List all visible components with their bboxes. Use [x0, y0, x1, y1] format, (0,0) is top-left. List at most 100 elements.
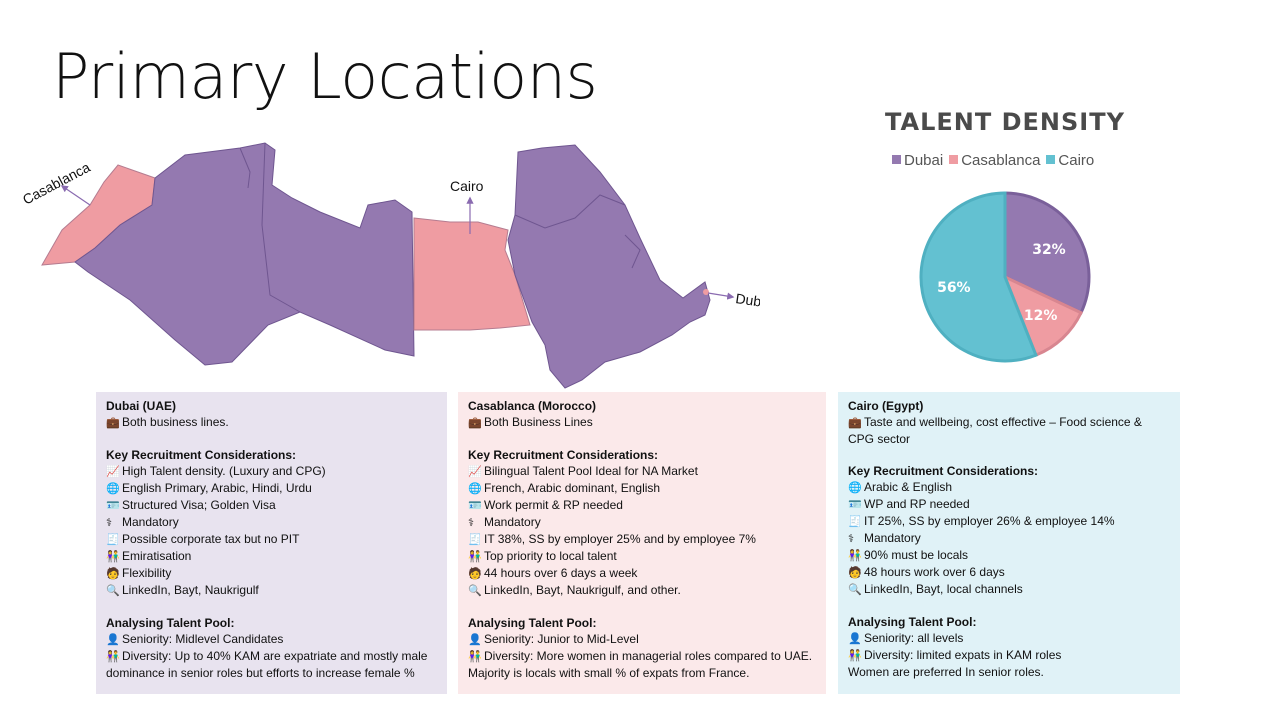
business-line: 💼 Both business lines.	[106, 414, 437, 431]
pool-title: Analysing Talent Pool:	[468, 616, 597, 630]
consideration-item-text: Work permit & RP needed	[484, 498, 623, 512]
briefcase-icon: 💼	[468, 417, 482, 429]
stethoscope-icon: ⚕	[848, 533, 854, 545]
pool-item-text: Seniority: Midlevel Candidates	[122, 632, 284, 646]
map-label-casablanca: Casablanca	[20, 159, 93, 208]
consideration-item-text: Possible corporate tax but no PIT	[122, 532, 300, 546]
considerations-title: Key Recruitment Considerations:	[848, 464, 1039, 478]
consideration-item: 🌐 Arabic & English	[848, 479, 1170, 496]
considerations-title: Key Recruitment Considerations:	[106, 448, 297, 462]
business-line-text: Both business lines.	[122, 415, 229, 429]
consideration-item-text: Flexibility	[122, 566, 172, 580]
pool-extra: Majority is locals with small % of expat…	[468, 666, 750, 680]
worker-icon: 🧑	[848, 567, 862, 579]
map-dubai-marker	[703, 289, 709, 295]
briefcase-icon: 💼	[848, 417, 862, 429]
consideration-item: ⚕ Mandatory	[468, 514, 816, 531]
worker-icon: 🧑	[106, 568, 120, 580]
pie-value-label: 56%	[937, 280, 971, 296]
globe-icon: 🌐	[848, 482, 862, 494]
briefcase-icon: 💼	[106, 417, 120, 429]
people-icon: 👫	[848, 650, 862, 662]
legend-item: Dubai	[892, 152, 943, 169]
consideration-item: 🌐 French, Arabic dominant, English	[468, 480, 816, 497]
pie-value-label: 12%	[1024, 308, 1058, 324]
card-cairo: Cairo (Egypt) 💼 Taste and wellbeing, cost …	[838, 392, 1180, 694]
legend-label: Casablanca	[961, 152, 1041, 169]
chart-title: TALENT DENSITY	[885, 108, 1125, 136]
consideration-item: 🔍 LinkedIn, Bayt, Naukrigulf	[106, 582, 437, 599]
stethoscope-icon: ⚕	[106, 517, 112, 529]
pool-extra: Women are preferred In senior roles.	[848, 665, 1044, 679]
consideration-item-text: French, Arabic dominant, English	[484, 481, 661, 495]
pool-title: Analysing Talent Pool:	[106, 616, 235, 630]
consideration-item-text: Emiratisation	[122, 549, 192, 563]
id-card-icon: 🪪	[848, 499, 862, 511]
consideration-item: ⚕ Mandatory	[848, 530, 1170, 547]
consideration-item: 📈 Bilingual Talent Pool Ideal for NA Mark…	[468, 463, 816, 480]
legend-label: Dubai	[904, 152, 944, 169]
consideration-item-text: Mandatory	[484, 515, 541, 529]
card-heading: Dubai (UAE)	[106, 399, 176, 413]
id-card-icon: 🪪	[468, 500, 482, 512]
search-icon: 🔍	[848, 584, 862, 596]
consideration-item: 🧑 Flexibility	[106, 565, 437, 582]
pool-item: 👤 Seniority: all levels	[848, 630, 1170, 647]
legend-swatch	[949, 155, 959, 164]
pool-item-text: Diversity: limited expats in KAM roles	[864, 648, 1062, 662]
search-icon: 🔍	[468, 585, 482, 597]
card-heading: Cairo (Egypt)	[848, 399, 924, 413]
person-icon: 👤	[106, 634, 120, 646]
consideration-item-text: IT 25%, SS by employer 26% & employee 14…	[864, 514, 1115, 528]
consideration-item: 🧾 IT 38%, SS by employer 25% and by emplo…	[468, 531, 816, 548]
map-label-dubai: Dubai	[735, 290, 760, 311]
worker-icon: 🧑	[468, 568, 482, 580]
pie-value-label: 32%	[1032, 242, 1066, 258]
consideration-item-text: Arabic & English	[864, 480, 953, 494]
consideration-item: 👫 Top priority to local talent	[468, 548, 816, 565]
consideration-item-text: Mandatory	[122, 515, 179, 529]
consideration-item-text: 90% must be locals	[864, 548, 969, 562]
pool-item: 👫 Diversity: limited expats in KAM roles	[848, 647, 1170, 664]
people-icon: 👫	[468, 651, 482, 663]
consideration-item: ⚕ Mandatory	[106, 514, 437, 531]
map-label-cairo: Cairo	[450, 178, 484, 194]
pool-item-text: Diversity: Up to 40% KAM are expatriate …	[106, 649, 428, 680]
consideration-item-text: Bilingual Talent Pool Ideal for NA Marke…	[484, 464, 698, 478]
receipt-icon: 🧾	[848, 516, 862, 528]
consideration-item-text: LinkedIn, Bayt, local channels	[864, 582, 1023, 596]
id-card-icon: 🪪	[106, 500, 120, 512]
legend-label: Cairo	[1058, 152, 1095, 169]
people-icon: 👫	[848, 550, 862, 562]
stethoscope-icon: ⚕	[468, 517, 474, 529]
consideration-item-text: English Primary, Arabic, Hindi, Urdu	[122, 481, 312, 495]
receipt-icon: 🧾	[468, 534, 482, 546]
consideration-item-text: 44 hours over 6 days a week	[484, 566, 638, 580]
legend-swatch	[1046, 155, 1056, 164]
search-icon: 🔍	[106, 585, 120, 597]
card-casablanca: Casablanca (Morocco) 💼 Both Business Lines…	[458, 392, 826, 694]
consideration-item-text: Structured Visa; Golden Visa	[122, 498, 276, 512]
consideration-item-text: WP and RP needed	[864, 497, 970, 511]
chart-legend: Dubai Casablanca Cairo	[892, 152, 1142, 169]
pool-item-text: Seniority: all levels	[864, 631, 964, 645]
region-map: Casablanca Cairo Dubai	[20, 142, 760, 389]
consideration-item: 🧾 Possible corporate tax but no PIT	[106, 531, 437, 548]
consideration-item-text: Mandatory	[864, 531, 921, 545]
pool-item: 👤 Seniority: Midlevel Candidates	[106, 631, 437, 648]
card-heading: Casablanca (Morocco)	[468, 399, 597, 413]
page-title: Primary Locations	[52, 40, 598, 113]
consideration-item: 🌐 English Primary, Arabic, Hindi, Urdu	[106, 480, 437, 497]
considerations-title: Key Recruitment Considerations:	[468, 448, 659, 462]
business-line-text: Taste and wellbeing, cost effective – Fo…	[848, 415, 1142, 446]
consideration-item: 🔍 LinkedIn, Bayt, Naukrigulf, and other.	[468, 582, 816, 599]
legend-swatch	[892, 155, 901, 164]
consideration-item: 🪪 Structured Visa; Golden Visa	[106, 497, 437, 514]
pool-item-text: Seniority: Junior to Mid-Level	[484, 632, 639, 646]
people-icon: 👫	[468, 551, 482, 563]
chart-up-icon: 📈	[468, 466, 482, 478]
consideration-item: 📈 High Talent density. (Luxury and CPG)	[106, 463, 437, 480]
person-icon: 👤	[468, 634, 482, 646]
pie-chart: 32% 12% 56%	[919, 191, 1091, 363]
people-icon: 👫	[106, 551, 120, 563]
